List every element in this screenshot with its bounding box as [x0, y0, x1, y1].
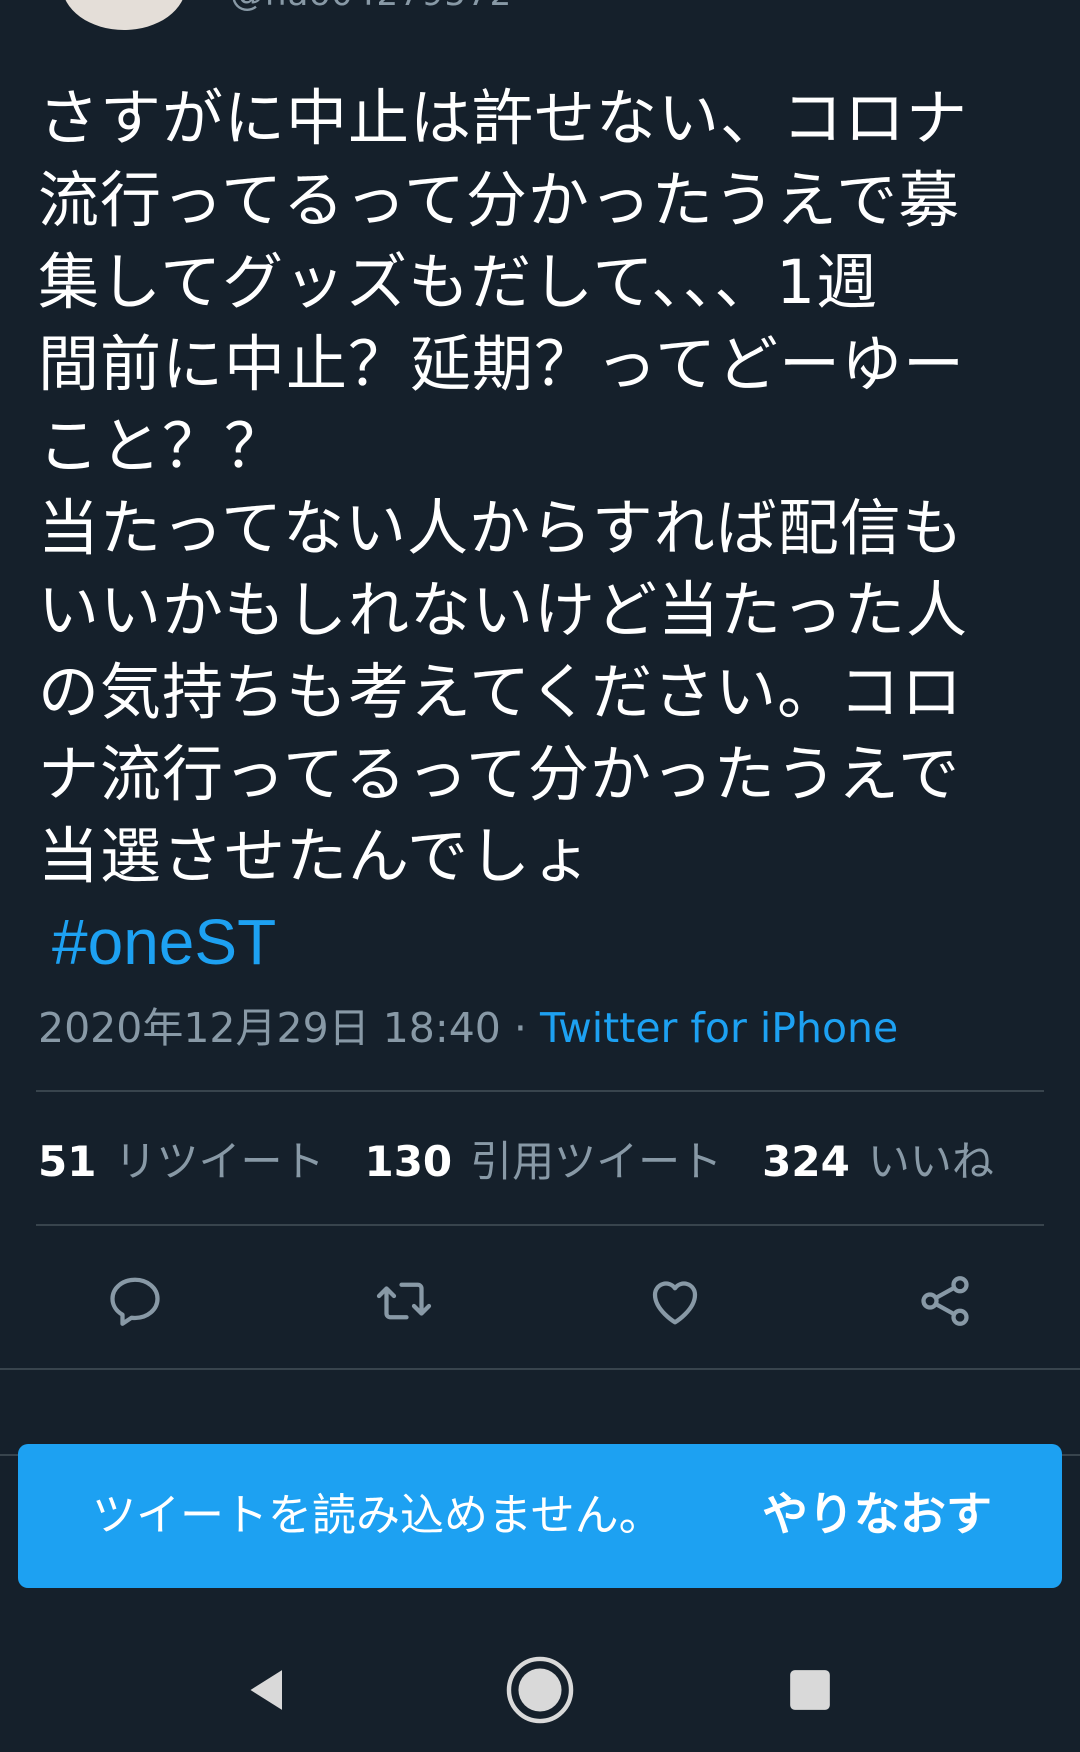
quotes-stat[interactable]: 130 引用ツイート: [364, 1134, 722, 1190]
back-icon: [250, 1670, 282, 1710]
error-message: ツイートを読み込めません。: [92, 1490, 663, 1541]
retweets-count: 51: [38, 1137, 97, 1186]
like-button[interactable]: [640, 1266, 710, 1336]
like-icon: [652, 1281, 698, 1325]
reply-icon: [110, 1277, 160, 1326]
tweet-text: さすがに中止は許せない、コロナ 流行ってるって分かったうえで募 集してグッズもだ…: [38, 83, 969, 892]
likes-label: いいね: [867, 1137, 994, 1186]
likes-stat[interactable]: 324 いいね: [762, 1134, 994, 1190]
tweet-actions: [0, 1266, 1080, 1336]
divider: [36, 1224, 1044, 1226]
retweet-button[interactable]: [369, 1266, 439, 1336]
share-button[interactable]: [910, 1266, 980, 1336]
quotes-label: 引用ツイート: [470, 1137, 723, 1186]
avatar[interactable]: [62, 0, 186, 30]
tweet-timestamp: 2020年12月29日 18:40: [38, 1004, 501, 1052]
reply-button[interactable]: [100, 1266, 170, 1336]
likes-count: 324: [762, 1137, 850, 1186]
retry-button[interactable]: やりなおす: [762, 1484, 992, 1544]
home-button[interactable]: [500, 1650, 580, 1730]
retweets-label: リツイート: [114, 1137, 325, 1186]
system-nav-bar: [0, 1620, 1080, 1752]
hashtag-link[interactable]: #oneST: [52, 904, 276, 980]
retweets-stat[interactable]: 51 リツイート: [38, 1134, 324, 1190]
share-icon: [921, 1276, 969, 1326]
divider: [0, 1368, 1080, 1370]
tweet-source-link[interactable]: Twitter for iPhone: [540, 1004, 898, 1052]
recents-icon: [790, 1670, 830, 1710]
user-handle[interactable]: @hao04279572: [230, 0, 512, 14]
quotes-count: 130: [364, 1137, 453, 1186]
tweet-detail-screen: @hao04279572 さすがに中止は許せない、コロナ 流行ってるって分かった…: [0, 0, 1080, 1752]
retweet-icon: [376, 1282, 432, 1320]
divider: [36, 1090, 1044, 1092]
tweet-stats: 51 リツイート 130 引用ツイート 324 いいね: [38, 1134, 994, 1190]
home-icon: [506, 1656, 574, 1724]
back-button[interactable]: [228, 1650, 308, 1730]
tweet-meta: 2020年12月29日 18:40 · Twitter for iPhone: [38, 1000, 898, 1056]
meta-separator: ·: [500, 1004, 540, 1052]
recents-button[interactable]: [770, 1650, 850, 1730]
error-banner: ツイートを読み込めません。 やりなおす: [18, 1444, 1062, 1588]
